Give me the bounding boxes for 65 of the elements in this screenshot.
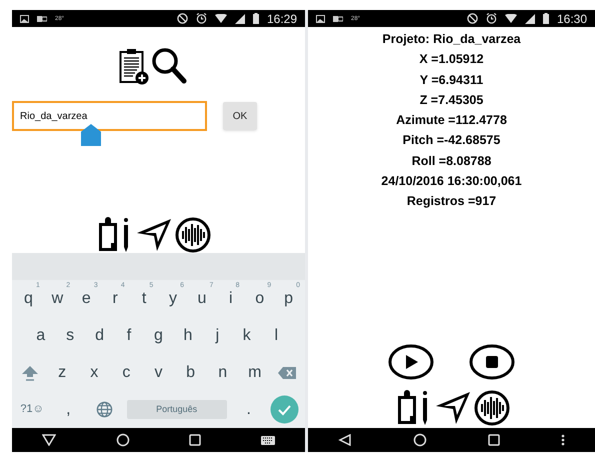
search-icon[interactable] bbox=[150, 47, 186, 85]
key[interactable]: l bbox=[274, 328, 278, 344]
symbols-key[interactable]: ?1☺ bbox=[20, 401, 44, 418]
wifi-icon bbox=[214, 14, 227, 23]
do-not-disturb-icon bbox=[176, 13, 188, 24]
key[interactable]: d bbox=[95, 328, 104, 344]
backspace-icon[interactable] bbox=[276, 366, 297, 380]
clock: 16:29 bbox=[266, 12, 297, 24]
clock: 16:30 bbox=[556, 12, 587, 24]
key[interactable]: a bbox=[36, 328, 46, 344]
navigation-arrow-icon[interactable] bbox=[134, 217, 172, 253]
key[interactable]: j bbox=[216, 328, 220, 344]
space-key[interactable]: Português bbox=[126, 400, 227, 419]
do-not-disturb-icon bbox=[466, 13, 478, 24]
alarm-icon bbox=[196, 13, 207, 24]
key[interactable]: h bbox=[183, 328, 192, 344]
reading-text: 24/10/2016 16:30:00,061 bbox=[381, 173, 522, 190]
back-icon[interactable] bbox=[42, 434, 56, 446]
key[interactable]: z bbox=[58, 364, 66, 380]
key[interactable]: s bbox=[66, 328, 74, 344]
reading-text: X =1.05912 bbox=[419, 51, 484, 68]
key[interactable]: k bbox=[242, 328, 251, 344]
stop-icon[interactable] bbox=[469, 344, 516, 380]
reading-text: Azimute =112.4778 bbox=[396, 112, 507, 130]
key[interactable]: . bbox=[246, 402, 251, 418]
clipboard-add-icon[interactable] bbox=[118, 47, 148, 85]
recent-apps-icon[interactable] bbox=[488, 434, 500, 446]
sound-wave-icon[interactable] bbox=[174, 217, 210, 253]
play-icon[interactable] bbox=[388, 344, 434, 380]
wifi-icon bbox=[504, 14, 517, 23]
navigation-arrow-icon[interactable] bbox=[434, 390, 472, 426]
image-icon bbox=[316, 14, 325, 22]
more-options-icon[interactable] bbox=[560, 434, 565, 446]
recent-apps-icon[interactable] bbox=[189, 434, 202, 446]
ok-button[interactable]: OK bbox=[223, 102, 257, 130]
key[interactable]: x bbox=[90, 364, 98, 380]
keyboard-icon[interactable] bbox=[261, 436, 276, 444]
key[interactable]: v bbox=[154, 364, 162, 380]
home-icon[interactable] bbox=[413, 433, 428, 447]
key[interactable]: , bbox=[66, 402, 71, 418]
sound-wave-icon[interactable] bbox=[474, 390, 510, 426]
project-name-field[interactable]: Rio_da_varzea bbox=[12, 101, 207, 131]
key[interactable]: b bbox=[186, 364, 196, 380]
key[interactable]: c bbox=[122, 364, 130, 380]
enter-check-icon[interactable] bbox=[270, 395, 300, 424]
signal-icon bbox=[524, 14, 535, 24]
key[interactable]: n bbox=[218, 364, 228, 380]
key[interactable]: g bbox=[154, 328, 163, 344]
back-icon[interactable] bbox=[338, 434, 352, 446]
reading-text: Z =7.45305 bbox=[420, 92, 484, 109]
reading-text: Roll =8.08788 bbox=[412, 152, 492, 170]
battery-icon bbox=[252, 13, 259, 24]
reading-text: Y =6.94311 bbox=[420, 72, 484, 89]
image-icon bbox=[20, 14, 29, 22]
shift-icon[interactable] bbox=[21, 364, 40, 382]
signal-icon bbox=[234, 14, 245, 24]
reading-text: Registros =917 bbox=[406, 193, 496, 210]
home-icon[interactable] bbox=[116, 433, 130, 447]
key[interactable]: f bbox=[126, 328, 132, 344]
alarm-icon bbox=[486, 13, 497, 24]
reading-text: Pitch =-42.68575 bbox=[402, 132, 500, 150]
reading-text: Projeto: Rio_da_varzea bbox=[382, 31, 521, 48]
battery-icon bbox=[542, 13, 549, 24]
key[interactable]: m bbox=[248, 364, 262, 380]
globe-icon[interactable] bbox=[96, 401, 113, 418]
